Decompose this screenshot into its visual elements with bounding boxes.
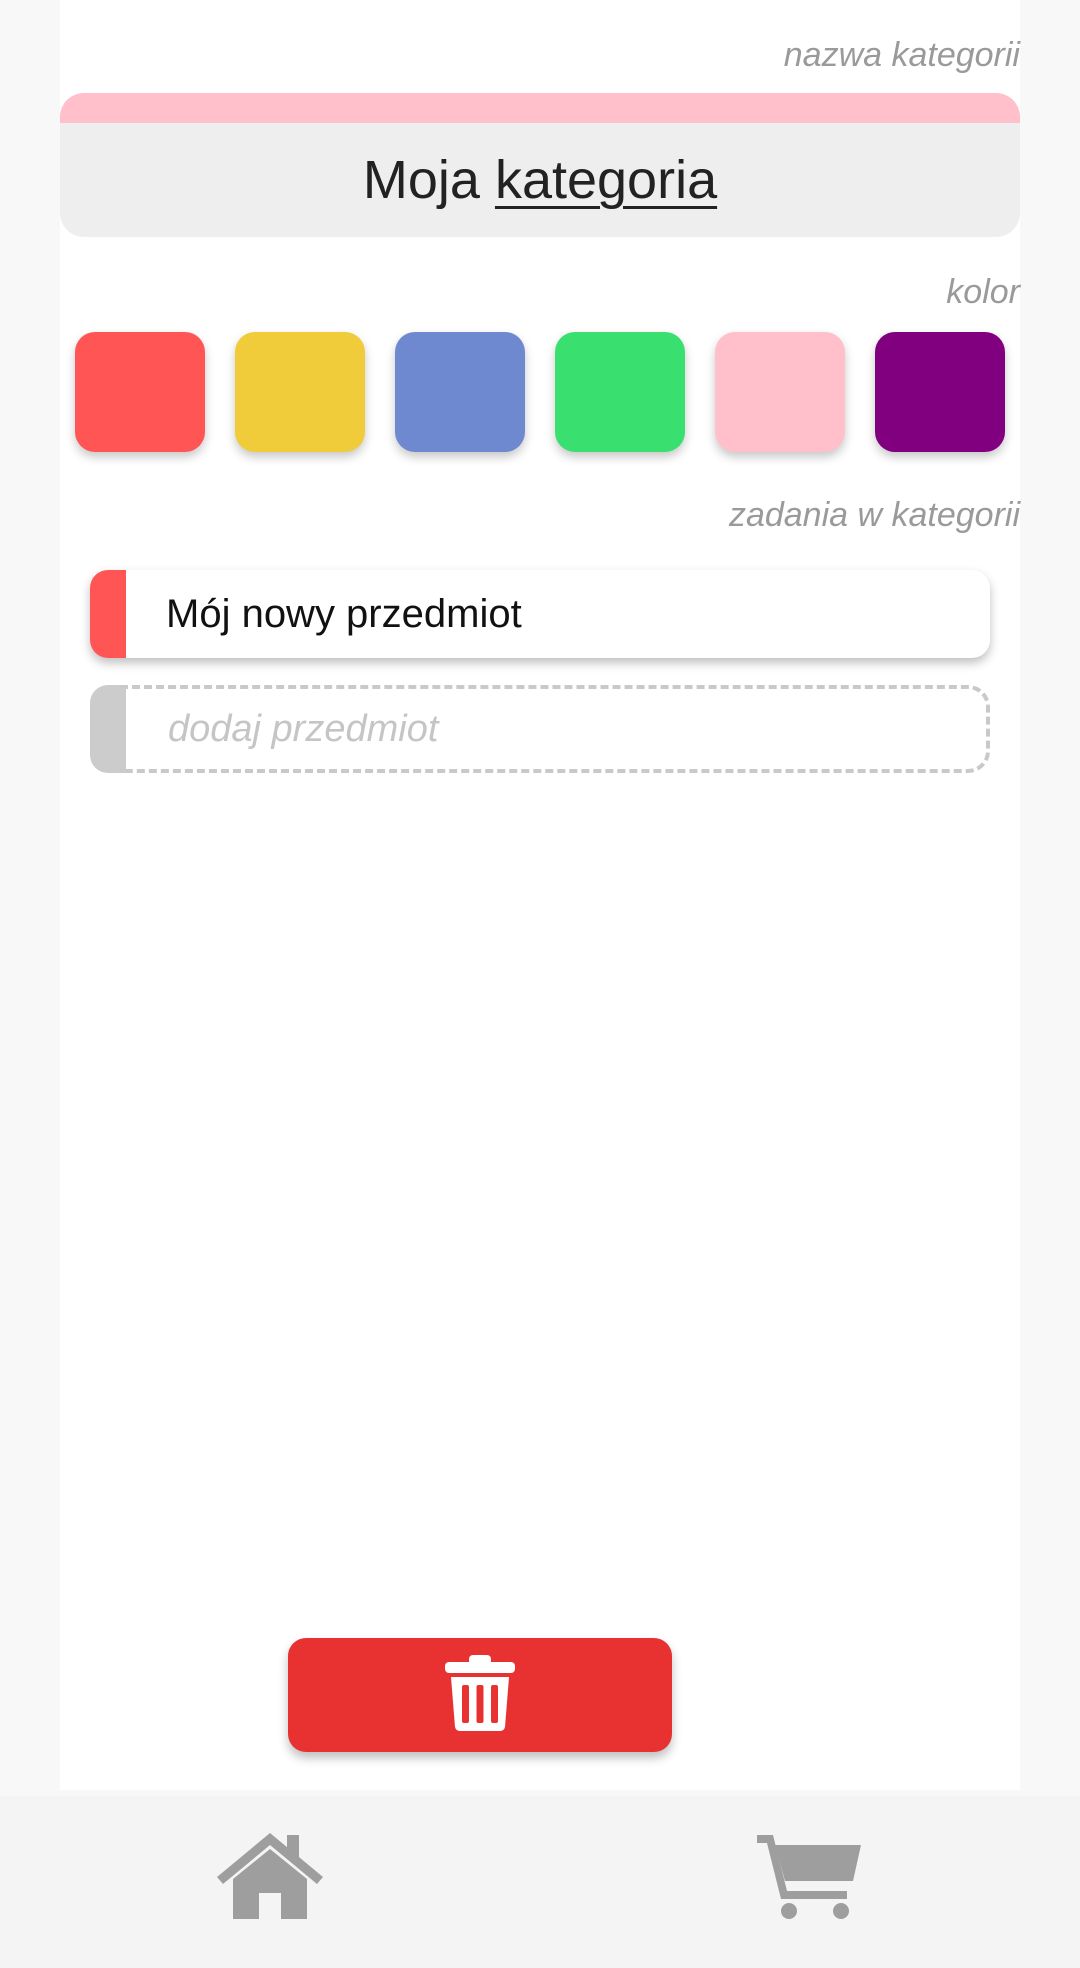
nav-cart[interactable] (750, 1828, 870, 1928)
category-name-field[interactable]: Moja kategoria (60, 93, 1020, 237)
cart-icon (757, 1831, 863, 1926)
home-icon (215, 1831, 325, 1926)
color-swatch-green[interactable] (555, 332, 685, 452)
color-swatch-pink[interactable] (715, 332, 845, 452)
task-item[interactable]: Mój nowy przedmiot (90, 570, 990, 658)
color-label: kolor (946, 273, 1020, 311)
bottom-nav (0, 1796, 1080, 1968)
category-name-label: nazwa kategorii (783, 36, 1020, 74)
color-swatch-red[interactable] (75, 332, 205, 452)
color-swatch-purple[interactable] (875, 332, 1005, 452)
nav-home[interactable] (210, 1828, 330, 1928)
category-name-text: Moja kategoria (60, 123, 1020, 237)
color-swatch-blue[interactable] (395, 332, 525, 452)
task-color-stripe (90, 570, 126, 658)
color-picker (75, 332, 1005, 452)
delete-category-button[interactable] (288, 1638, 672, 1752)
trash-icon (445, 1654, 515, 1736)
task-name: Mój nowy przedmiot (166, 591, 522, 636)
add-task-field[interactable]: dodaj przedmiot (90, 685, 990, 773)
add-task-placeholder: dodaj przedmiot (168, 707, 439, 750)
category-name-prefix: Moja (362, 150, 480, 210)
category-color-accent (60, 93, 1020, 123)
color-swatch-yellow[interactable] (235, 332, 365, 452)
tasks-label: zadania w kategorii (728, 496, 1020, 534)
category-name-underlined: kategoria (494, 150, 718, 210)
category-editor: nazwa kategorii Moja kategoria kolor zad… (60, 0, 1020, 1790)
